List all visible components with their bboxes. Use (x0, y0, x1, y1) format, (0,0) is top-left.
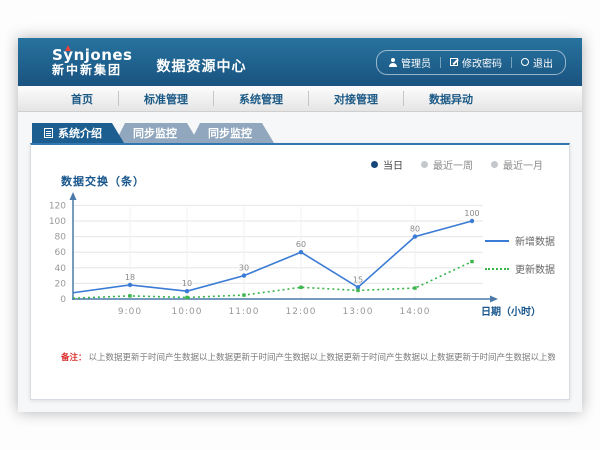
svg-text:100: 100 (49, 217, 66, 227)
page: Synjones 新中新集团 数据资源中心 管理员 修改密码 退出 (0, 0, 600, 450)
svg-text:20: 20 (55, 279, 67, 289)
legend-label: 新增数据 (515, 233, 555, 248)
footnote-text: 以上数据更新于时间产生数据以上数据更新于时间产生数据以上数据更新于时间产生数据以… (89, 353, 555, 363)
y-axis-title: 数据交换（条） (61, 173, 145, 189)
svg-text:15: 15 (353, 275, 363, 284)
svg-text:0: 0 (60, 295, 66, 305)
document-icon (44, 128, 53, 138)
logo-subtext: 新中新集团 (52, 64, 133, 77)
tab-sync-monitor-1[interactable]: 同步监控 (115, 123, 199, 143)
edit-icon (450, 58, 458, 66)
nav-item-docking-mgmt[interactable]: 对接管理 (309, 86, 403, 111)
nav-item-standard-mgmt[interactable]: 标准管理 (119, 86, 213, 111)
current-user-button[interactable]: 管理员 (389, 55, 431, 70)
page-title: 数据资源中心 (157, 56, 247, 76)
radio-dot-icon (371, 161, 378, 168)
svg-text:100: 100 (464, 209, 479, 218)
svg-text:60: 60 (296, 240, 306, 249)
nav-item-home[interactable]: 首页 (46, 86, 118, 111)
tab-label: 同步监控 (133, 125, 177, 141)
logo-red-accent (65, 45, 71, 51)
legend-item-new-data[interactable]: 新增数据 (485, 233, 555, 248)
tab-label: 同步监控 (208, 125, 252, 141)
logo: Synjones 新中新集团 (52, 48, 133, 76)
svg-text:40: 40 (55, 264, 67, 274)
tab-system-intro[interactable]: 系统介绍 (32, 123, 124, 143)
radio-label: 最近一月 (503, 157, 543, 172)
nav-item-data-changes[interactable]: 数据异动 (404, 86, 498, 111)
solid-line-swatch (485, 240, 509, 242)
svg-text:12:00: 12:00 (286, 307, 317, 317)
svg-text:80: 80 (410, 225, 420, 234)
radio-label: 当日 (383, 157, 403, 172)
change-password-label: 修改密码 (462, 55, 502, 70)
main-nav: 首页 标准管理 系统管理 对接管理 数据异动 (18, 86, 582, 112)
dotted-line-swatch (485, 268, 509, 270)
svg-text:日期（小时）: 日期（小时） (481, 305, 541, 318)
user-toolbar: 管理员 修改密码 退出 (376, 50, 566, 75)
tab-bar: 系统介绍 同步监控 同步监控 (32, 123, 570, 143)
legend-label: 更新数据 (515, 261, 555, 276)
divider (511, 57, 512, 68)
svg-text:13:00: 13:00 (343, 307, 374, 317)
change-password-button[interactable]: 修改密码 (450, 55, 502, 70)
user-icon (389, 58, 397, 67)
footnote: 备注：以上数据更新于时间产生数据以上数据更新于时间产生数据以上数据更新于时间产生… (61, 351, 555, 363)
radio-last-month[interactable]: 最近一月 (491, 157, 543, 172)
radio-dot-icon (421, 161, 428, 168)
svg-text:60: 60 (55, 248, 67, 258)
power-icon (521, 58, 529, 66)
time-range-filter: 当日 最近一周 最近一月 (371, 157, 543, 172)
svg-text:10: 10 (182, 279, 192, 288)
svg-text:120: 120 (49, 201, 66, 211)
divider (440, 57, 441, 68)
app-header: Synjones 新中新集团 数据资源中心 管理员 修改密码 退出 (18, 38, 582, 86)
radio-last-week[interactable]: 最近一周 (421, 157, 473, 172)
svg-text:14:00: 14:00 (400, 307, 431, 317)
nav-item-system-mgmt[interactable]: 系统管理 (214, 86, 308, 111)
svg-text:30: 30 (239, 264, 249, 273)
app-window: Synjones 新中新集团 数据资源中心 管理员 修改密码 退出 (18, 38, 582, 412)
radio-today[interactable]: 当日 (371, 157, 403, 172)
logout-label: 退出 (533, 55, 553, 70)
chart-legend: 新增数据 更新数据 (485, 233, 555, 276)
chart-panel: 当日 最近一周 最近一月 数据交换（条） 0 20 40 60 80 100 120 9:00… (30, 143, 570, 400)
tab-sync-monitor-2[interactable]: 同步监控 (190, 123, 274, 143)
tab-label: 系统介绍 (58, 125, 102, 141)
svg-text:80: 80 (55, 233, 67, 243)
legend-item-updated-data[interactable]: 更新数据 (485, 261, 555, 276)
content-area: 系统介绍 同步监控 同步监控 当日 最近一周 (18, 112, 582, 412)
svg-text:10:00: 10:00 (172, 307, 203, 317)
line-chart: 0 20 40 60 80 100 120 9:00 10:00 11:00 12:00 13:00 1… (43, 191, 543, 329)
current-user-label: 管理员 (401, 55, 431, 70)
footnote-prefix: 备注： (61, 353, 87, 363)
svg-text:11:00: 11:00 (229, 307, 260, 317)
svg-text:9:00: 9:00 (118, 307, 142, 317)
radio-label: 最近一周 (433, 157, 473, 172)
svg-text:18: 18 (125, 273, 135, 282)
radio-dot-icon (491, 161, 498, 168)
logout-button[interactable]: 退出 (521, 55, 553, 70)
